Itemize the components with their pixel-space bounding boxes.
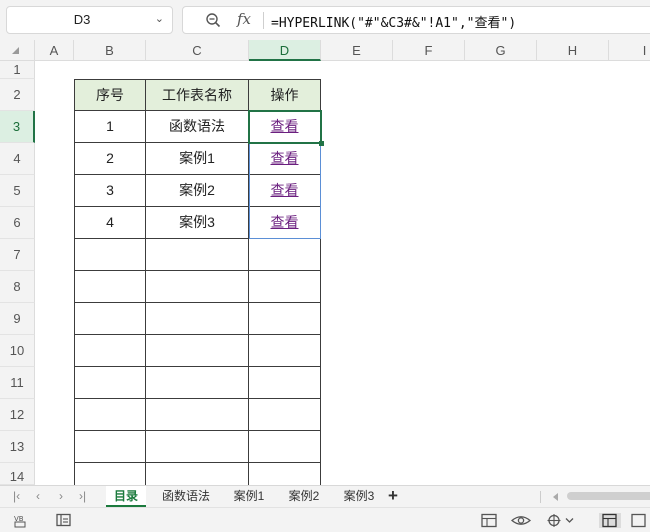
row-header-3[interactable]: 3 bbox=[0, 111, 35, 143]
last-sheet-icon[interactable]: ›| bbox=[79, 489, 86, 503]
sheet-tab-case2[interactable]: 案例2 bbox=[281, 486, 327, 507]
macro-record-icon[interactable]: VB bbox=[14, 513, 32, 528]
column-header-g[interactable]: G bbox=[465, 40, 537, 61]
row-header-14[interactable]: 14 bbox=[0, 463, 35, 485]
table-cell[interactable] bbox=[249, 271, 321, 303]
spreadsheet-grid[interactable]: 序号 工作表名称 操作 1 函数语法 查看 2 案例1 查看 3 案例2 查看 … bbox=[35, 61, 650, 485]
page-layout-icon[interactable] bbox=[546, 513, 576, 528]
eye-icon[interactable] bbox=[511, 513, 531, 528]
column-header-h[interactable]: H bbox=[537, 40, 609, 61]
table-cell[interactable] bbox=[146, 335, 249, 367]
table-cell-name[interactable]: 案例2 bbox=[146, 175, 249, 207]
table-cell[interactable] bbox=[146, 367, 249, 399]
normal-view-icon[interactable] bbox=[599, 513, 621, 528]
header-cell-action[interactable]: 操作 bbox=[249, 79, 321, 111]
first-sheet-icon[interactable]: |‹ bbox=[13, 489, 20, 503]
formula-bar: D3 ⌄ fx =HYPERLINK("#"&C3#&"!A1","查看") bbox=[0, 0, 650, 40]
table-cell[interactable] bbox=[146, 303, 249, 335]
table-cell[interactable] bbox=[74, 399, 146, 431]
sheet-tabs-bar: |‹ ‹ › ›| 目录 函数语法 案例1 案例2 案例3 + bbox=[0, 485, 650, 507]
row-header-12[interactable]: 12 bbox=[0, 399, 35, 431]
formula-input[interactable]: fx =HYPERLINK("#"&C3#&"!A1","查看") bbox=[182, 6, 650, 34]
sheet-tab-case1[interactable]: 案例1 bbox=[226, 486, 272, 507]
table-cell-name[interactable]: 案例1 bbox=[146, 143, 249, 175]
row-header-13[interactable]: 13 bbox=[0, 431, 35, 463]
table-cell[interactable] bbox=[249, 399, 321, 431]
table-cell-no[interactable]: 1 bbox=[74, 111, 146, 143]
table-cell[interactable] bbox=[74, 463, 146, 485]
column-header-f[interactable]: F bbox=[393, 40, 465, 61]
row-header-5[interactable]: 5 bbox=[0, 175, 35, 207]
header-cell-no[interactable]: 序号 bbox=[74, 79, 146, 111]
active-cell-border bbox=[248, 110, 322, 144]
table-cell[interactable] bbox=[146, 431, 249, 463]
table-cell[interactable] bbox=[74, 239, 146, 271]
table-cell[interactable] bbox=[146, 271, 249, 303]
row-header-11[interactable]: 11 bbox=[0, 367, 35, 399]
table-cell[interactable] bbox=[74, 431, 146, 463]
sheet-view-icon[interactable] bbox=[56, 513, 72, 528]
zoom-icon[interactable] bbox=[205, 12, 221, 28]
table-cell[interactable] bbox=[146, 463, 249, 485]
row-header-10[interactable]: 10 bbox=[0, 335, 35, 367]
page-break-view-icon[interactable] bbox=[630, 513, 650, 528]
table-cell[interactable] bbox=[249, 239, 321, 271]
table-cell[interactable] bbox=[74, 271, 146, 303]
row-header-8[interactable]: 8 bbox=[0, 271, 35, 303]
divider bbox=[540, 491, 541, 503]
column-header-row: A B C D E F G H I bbox=[0, 40, 650, 61]
scroll-left-icon[interactable] bbox=[553, 493, 558, 501]
next-sheet-icon[interactable]: › bbox=[59, 489, 63, 503]
sheet-tab-function-syntax[interactable]: 函数语法 bbox=[154, 486, 218, 507]
table-cell-no[interactable]: 4 bbox=[74, 207, 146, 239]
table-cell[interactable] bbox=[146, 239, 249, 271]
name-box[interactable]: D3 ⌄ bbox=[6, 6, 173, 34]
formula-text[interactable]: =HYPERLINK("#"&C3#&"!A1","查看") bbox=[271, 12, 516, 31]
sheet-tab-case3[interactable]: 案例3 bbox=[336, 486, 382, 507]
column-header-d[interactable]: D bbox=[249, 40, 321, 61]
row-header-6[interactable]: 6 bbox=[0, 207, 35, 239]
table-cell-no[interactable]: 3 bbox=[74, 175, 146, 207]
add-sheet-button[interactable]: + bbox=[388, 486, 398, 506]
row-header-7[interactable]: 7 bbox=[0, 239, 35, 271]
table-cell[interactable] bbox=[249, 335, 321, 367]
row-header-9[interactable]: 9 bbox=[0, 303, 35, 335]
table-cell-name[interactable]: 函数语法 bbox=[146, 111, 249, 143]
row-header-4[interactable]: 4 bbox=[0, 143, 35, 175]
status-bar: VB bbox=[0, 507, 650, 532]
column-header-a[interactable]: A bbox=[35, 40, 74, 61]
header-cell-sheet-name[interactable]: 工作表名称 bbox=[146, 79, 249, 111]
chevron-down-icon[interactable]: ⌄ bbox=[155, 12, 164, 25]
table-cell[interactable] bbox=[74, 335, 146, 367]
column-header-i[interactable]: I bbox=[609, 40, 650, 61]
table-cell-no[interactable]: 2 bbox=[74, 143, 146, 175]
horizontal-scrollbar[interactable] bbox=[567, 492, 650, 500]
table-cell[interactable] bbox=[146, 399, 249, 431]
function-icon[interactable]: fx bbox=[237, 10, 251, 28]
divider bbox=[263, 12, 264, 29]
sheet-tab-directory[interactable]: 目录 bbox=[106, 486, 146, 507]
table-cell-name[interactable]: 案例3 bbox=[146, 207, 249, 239]
column-header-c[interactable]: C bbox=[146, 40, 249, 61]
row-header-1[interactable]: 1 bbox=[0, 61, 35, 79]
table-format-icon[interactable] bbox=[481, 513, 498, 528]
table-cell[interactable] bbox=[74, 367, 146, 399]
column-header-e[interactable]: E bbox=[321, 40, 393, 61]
fill-handle[interactable] bbox=[319, 141, 324, 146]
table-cell[interactable] bbox=[249, 303, 321, 335]
table-cell[interactable] bbox=[249, 367, 321, 399]
prev-sheet-icon[interactable]: ‹ bbox=[36, 489, 40, 503]
table-cell[interactable] bbox=[249, 463, 321, 485]
table-cell[interactable] bbox=[74, 303, 146, 335]
column-header-b[interactable]: B bbox=[74, 40, 146, 61]
table-cell[interactable] bbox=[249, 431, 321, 463]
select-all-corner[interactable] bbox=[0, 40, 35, 61]
corner-triangle-icon bbox=[12, 47, 19, 54]
row-header-2[interactable]: 2 bbox=[0, 79, 35, 111]
name-box-value: D3 bbox=[73, 12, 91, 27]
